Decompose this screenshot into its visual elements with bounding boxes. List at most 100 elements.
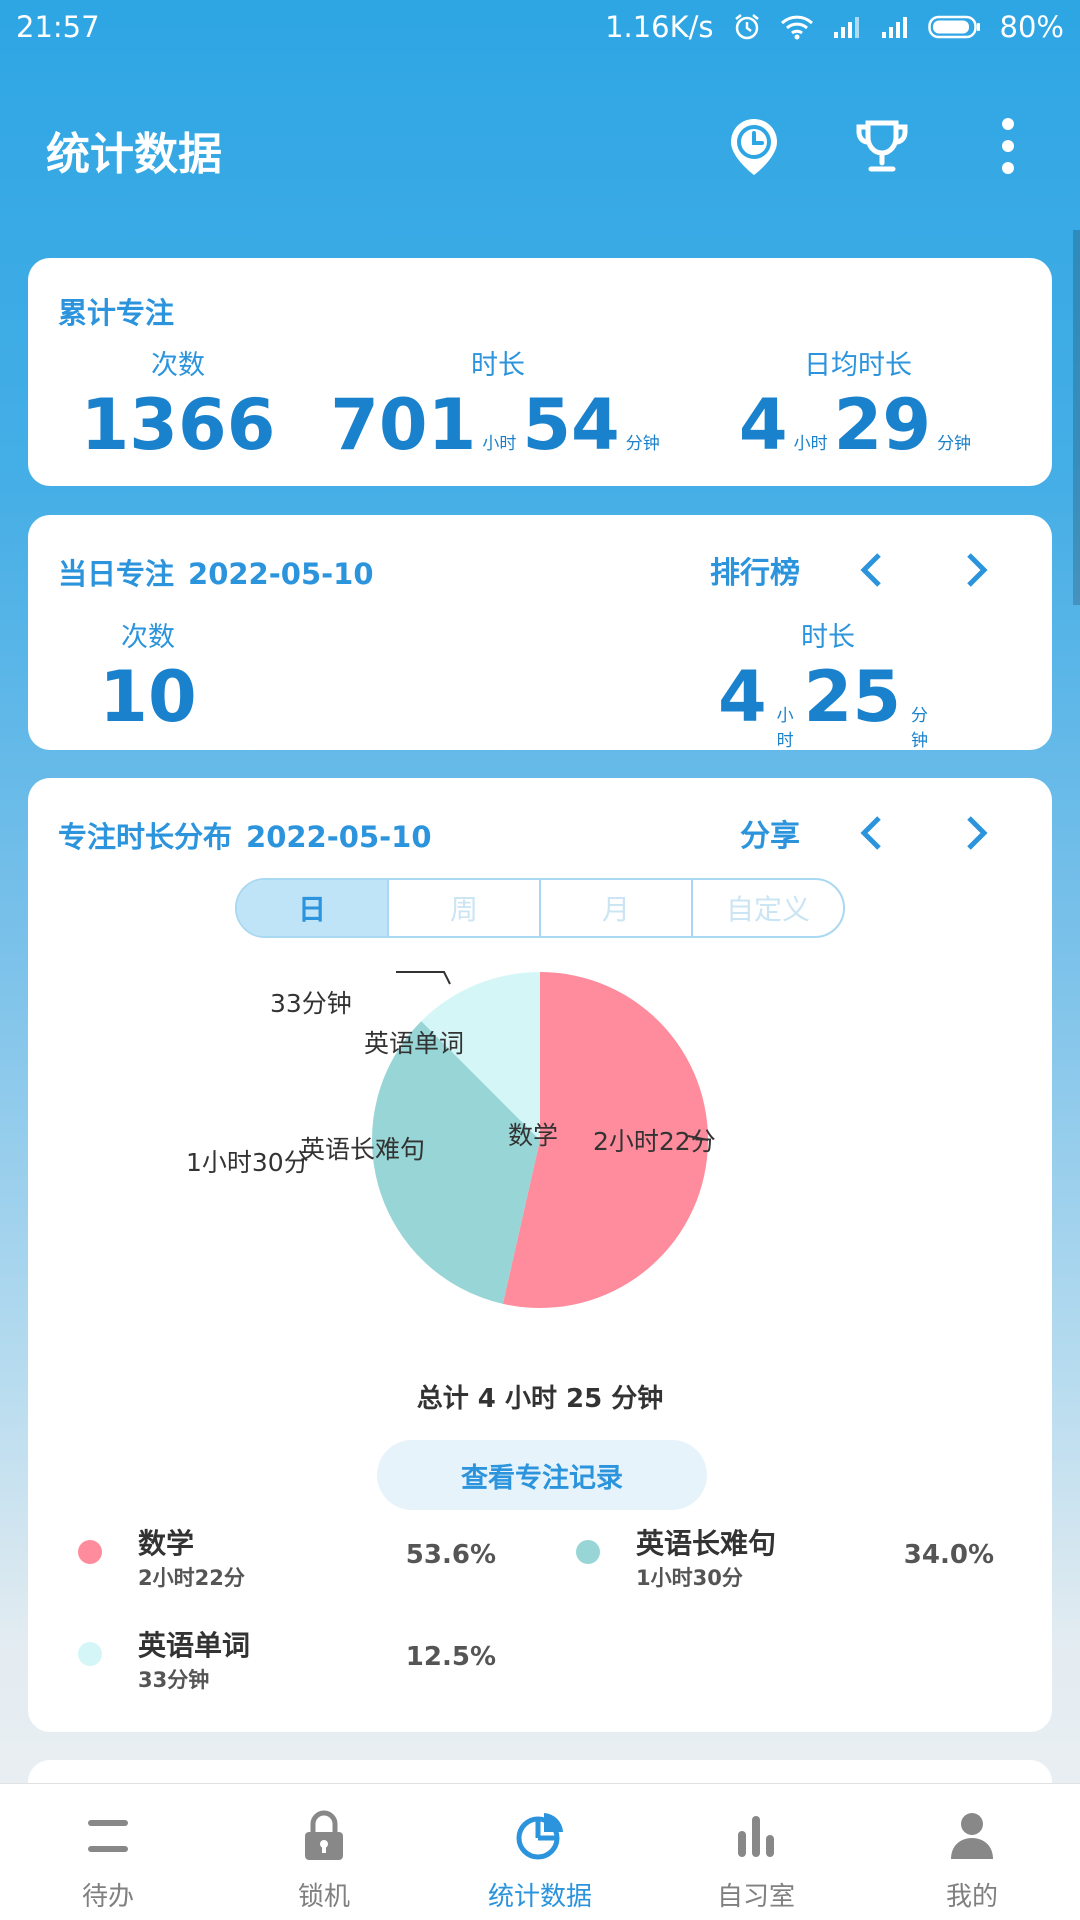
daily-count-value: 10 xyxy=(99,656,197,738)
previous-day-button[interactable] xyxy=(836,545,906,595)
period-tabs: 日 周 月 自定义 xyxy=(235,878,845,938)
wifi-icon xyxy=(780,13,814,41)
legend-item-words[interactable]: 英语单词 33分钟 12.5% xyxy=(56,1622,526,1692)
total-duration-label: 时长 xyxy=(471,350,525,381)
distribution-nav: 分享 xyxy=(740,808,1012,858)
trophy-icon xyxy=(853,117,911,179)
total-count-value: 1366 xyxy=(80,384,276,466)
nav-item-lock[interactable]: 锁机 xyxy=(216,1784,432,1920)
location-clock-button[interactable] xyxy=(714,108,794,188)
distribution-card: 专注时长分布 2022-05-10 分享 日 周 月 自定义 数学 2小时22分 … xyxy=(28,778,1052,1732)
chevron-right-icon xyxy=(967,553,988,587)
nav-item-study-room[interactable]: 自习室 xyxy=(648,1784,864,1920)
daily-minutes-value: 25 xyxy=(803,656,902,738)
legend-duration: 1小时30分 xyxy=(636,1566,743,1590)
tab-month[interactable]: 月 xyxy=(541,880,693,936)
chevron-left-icon xyxy=(860,816,881,850)
page-title: 统计数据 xyxy=(46,129,222,180)
legend-percent: 53.6% xyxy=(405,1540,496,1570)
pie-chart-icon xyxy=(514,1806,566,1866)
daily-focus-card: 当日专注 2022-05-10 排行榜 次数 10 时长 4 小时 25 分钟 xyxy=(28,515,1052,751)
legend-percent: 34.0% xyxy=(903,1540,994,1570)
total-hours-value: 701 xyxy=(330,384,477,466)
total-minutes-unit: 分钟 xyxy=(625,434,660,454)
share-button[interactable]: 分享 xyxy=(740,811,800,855)
legend-duration: 33分钟 xyxy=(138,1668,210,1692)
person-icon xyxy=(949,1806,995,1866)
total-focus-card: 累计专注 次数 1366 时长 701 小时 54 分钟 日均时长 4 小时 2… xyxy=(28,258,1052,486)
legend-name: 数学 xyxy=(138,1527,195,1560)
lock-icon xyxy=(302,1806,346,1866)
daily-focus-date: 2022-05-10 xyxy=(188,557,374,591)
list-icon xyxy=(85,1806,131,1866)
average-hours-unit: 小时 xyxy=(793,434,828,454)
daily-duration-label: 时长 xyxy=(801,622,855,653)
pie-chart: 数学 2小时22分 英语长难句 1小时30分 英语单词 33分钟 xyxy=(28,948,1052,1308)
nav-label: 锁机 xyxy=(297,1882,350,1912)
legend-item-sentences[interactable]: 英语长难句 1小时30分 34.0% xyxy=(554,1520,1024,1590)
daily-focus-header: 当日专注 2022-05-10 xyxy=(58,551,374,593)
alarm-icon xyxy=(732,12,762,42)
average-hours-value: 4 xyxy=(738,384,788,466)
daily-hours-value: 4 xyxy=(718,656,767,738)
daily-nav: 排行榜 xyxy=(710,545,1012,595)
view-records-button[interactable]: 查看专注记录 xyxy=(377,1440,707,1510)
more-options-button[interactable] xyxy=(968,108,1048,188)
ranking-link[interactable]: 排行榜 xyxy=(710,548,800,592)
daily-focus-title: 当日专注 xyxy=(58,557,175,591)
legend-percent: 12.5% xyxy=(405,1642,496,1672)
nav-label: 待办 xyxy=(81,1882,134,1912)
tab-custom[interactable]: 自定义 xyxy=(693,880,843,936)
total-count-label: 次数 xyxy=(151,350,205,381)
scrollbar[interactable] xyxy=(1073,230,1080,605)
distribution-title: 专注时长分布 xyxy=(58,820,233,854)
legend-duration: 2小时22分 xyxy=(138,1566,245,1590)
daily-duration-stat: 时长 4 小时 25 分钟 xyxy=(718,615,938,751)
average-minutes-unit: 分钟 xyxy=(937,434,972,454)
next-day-button[interactable] xyxy=(942,545,1012,595)
legend-dot xyxy=(576,1540,600,1564)
battery-icon xyxy=(927,14,982,40)
location-clock-icon xyxy=(726,115,782,181)
bottom-nav: 待办 锁机 统计数据 自习室 我的 xyxy=(0,1783,1080,1920)
chevron-right-icon xyxy=(967,816,988,850)
next-period-button[interactable] xyxy=(942,808,1012,858)
daily-count-stat: 次数 10 xyxy=(78,615,218,732)
nav-label: 统计数据 xyxy=(487,1882,592,1912)
legend-name: 英语单词 xyxy=(138,1629,251,1662)
more-vertical-icon xyxy=(1000,116,1016,180)
status-bar: 21:57 1.16K/s 80% xyxy=(0,0,1080,58)
net-speed: 1.16K/s xyxy=(605,10,714,44)
leader-line-words xyxy=(396,971,451,985)
slice-label-words-name: 英语单词 xyxy=(364,1029,465,1058)
status-time: 21:57 xyxy=(16,10,100,44)
signal-icon xyxy=(880,14,910,40)
legend-dot xyxy=(78,1540,102,1564)
battery-percent: 80% xyxy=(999,10,1064,44)
slice-label-words-duration: 33分钟 xyxy=(270,989,352,1018)
tab-week[interactable]: 周 xyxy=(389,880,541,936)
slice-label-math-duration: 2小时22分 xyxy=(593,1127,716,1156)
nav-label: 自习室 xyxy=(716,1882,795,1912)
average-minutes-value: 29 xyxy=(833,384,932,466)
distribution-header: 专注时长分布 2022-05-10 xyxy=(58,814,432,856)
nav-item-todo[interactable]: 待办 xyxy=(0,1784,216,1920)
trophy-button[interactable] xyxy=(842,108,922,188)
nav-label: 我的 xyxy=(945,1882,998,1912)
legend-name: 英语长难句 xyxy=(636,1527,777,1560)
nav-item-stats[interactable]: 统计数据 xyxy=(432,1784,648,1920)
daily-hours-unit: 小时 xyxy=(776,706,794,751)
total-minutes-value: 54 xyxy=(522,384,620,466)
daily-minutes-unit: 分钟 xyxy=(911,706,929,751)
tab-day[interactable]: 日 xyxy=(237,880,389,936)
legend-dot xyxy=(78,1642,102,1666)
legend-item-math[interactable]: 数学 2小时22分 53.6% xyxy=(56,1520,526,1590)
total-count-stat: 次数 1366 xyxy=(68,343,288,460)
previous-period-button[interactable] xyxy=(836,808,906,858)
daily-count-label: 次数 xyxy=(121,622,175,653)
total-focus-title: 累计专注 xyxy=(58,296,175,330)
total-hours-unit: 小时 xyxy=(482,434,517,454)
slice-label-sentences-name: 英语长难句 xyxy=(300,1135,426,1164)
app-bar: 统计数据 xyxy=(0,58,1080,228)
nav-item-profile[interactable]: 我的 xyxy=(864,1784,1080,1920)
